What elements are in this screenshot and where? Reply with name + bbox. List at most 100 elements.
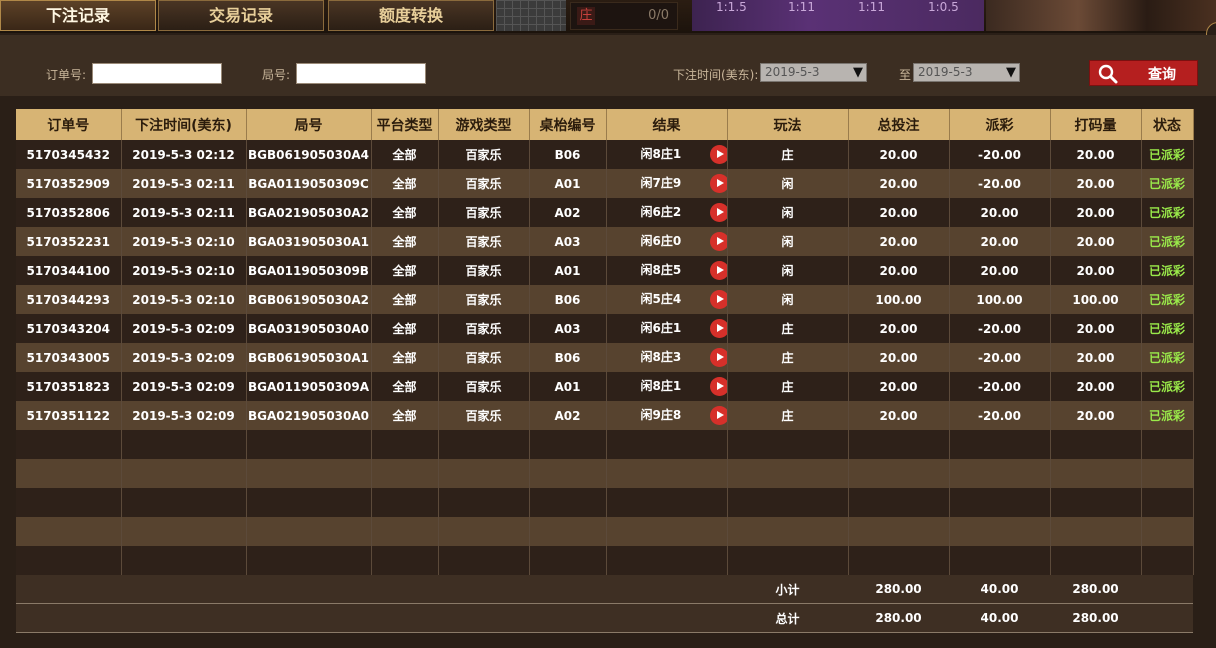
empty-cell — [121, 546, 247, 575]
play-cell: 庄 — [727, 314, 849, 343]
empty-cell — [16, 488, 122, 517]
empty-cell — [606, 430, 728, 459]
banker-badge: 庄 — [577, 7, 595, 25]
status-cell: 已派彩 — [1141, 227, 1194, 256]
result-wrap: 闲8庄5 — [607, 256, 726, 285]
odds-value: 1:1.5 — [716, 0, 747, 14]
round-number-label: 局号: — [262, 68, 291, 82]
play-cell: 庄 — [727, 343, 849, 372]
total-payout: 40.00 — [949, 603, 1050, 633]
status-cell: 已派彩 — [1141, 198, 1194, 227]
play-icon[interactable] — [709, 377, 726, 396]
platform-cell: 全部 — [371, 140, 439, 169]
round-cell: BGA0119050309C — [246, 169, 372, 198]
empty-cell — [246, 430, 372, 459]
status-cell: 已派彩 — [1141, 314, 1194, 343]
table-cell: A02 — [529, 198, 607, 227]
tab-bet-records[interactable]: 下注记录 — [0, 0, 156, 31]
game-cell: 百家乐 — [438, 198, 530, 227]
empty-cell — [727, 546, 849, 575]
result-wrap: 闲5庄4 — [607, 285, 726, 314]
tab-credit-transfer[interactable]: 额度转换 — [328, 0, 494, 31]
play-cell: 闲 — [727, 285, 849, 314]
game-cell: 百家乐 — [438, 343, 530, 372]
score-box: 庄 0/0 — [570, 2, 678, 30]
round-number-input[interactable] — [296, 63, 426, 84]
bet-time-label: 下注时间(美东): — [673, 68, 759, 82]
tab-transaction-records[interactable]: 交易记录 — [158, 0, 324, 31]
start-date-value: 2019-5-3 — [765, 65, 820, 79]
play-icon[interactable] — [709, 232, 726, 251]
column-header: 游戏类型 — [438, 109, 530, 140]
round-cell: BGB061905030A1 — [246, 343, 372, 372]
empty-cell — [1141, 603, 1193, 633]
table-row: 5170352909 2019-5-3 02:11 BGA0119050309C 全部… — [16, 169, 1194, 198]
empty-cell — [121, 459, 247, 488]
end-date-value: 2019-5-3 — [918, 65, 973, 79]
round-cell: BGA0119050309B — [246, 256, 372, 285]
empty-cell — [1141, 575, 1193, 604]
game-cell: 百家乐 — [438, 314, 530, 343]
platform-cell: 全部 — [371, 401, 439, 430]
time-cell: 2019-5-3 02:10 — [121, 285, 247, 314]
turnover-cell: 20.00 — [1050, 227, 1142, 256]
table-row: 5170345432 2019-5-3 02:12 BGB061905030A4 全部… — [16, 140, 1194, 169]
order-cell: 5170343204 — [16, 314, 122, 343]
status-cell: 已派彩 — [1141, 401, 1194, 430]
empty-cell — [949, 546, 1051, 575]
bet-cell: 20.00 — [848, 140, 950, 169]
column-header: 打码量 — [1050, 109, 1142, 140]
order-cell: 5170352806 — [16, 198, 122, 227]
payout-cell: 20.00 — [949, 198, 1051, 227]
table-cell: A03 — [529, 227, 607, 256]
empty-cell — [16, 603, 727, 633]
order-cell: 5170352231 — [16, 227, 122, 256]
play-icon[interactable] — [709, 406, 726, 425]
result-cell: 闲8庄3 — [606, 343, 728, 372]
play-icon[interactable] — [709, 348, 726, 367]
play-icon[interactable] — [709, 261, 726, 280]
play-icon[interactable] — [709, 319, 726, 338]
play-icon[interactable] — [709, 174, 726, 193]
result-text: 闲8庄1 — [640, 379, 682, 393]
start-date-select[interactable]: 2019-5-3 ▼ — [760, 63, 867, 82]
table-cell: A01 — [529, 256, 607, 285]
result-wrap: 闲9庄8 — [607, 401, 726, 430]
odds-value: 1:11 — [858, 0, 885, 14]
empty-cell — [121, 488, 247, 517]
to-label: 至 — [899, 68, 912, 82]
empty-cell — [1141, 517, 1194, 546]
bet-cell: 20.00 — [848, 314, 950, 343]
query-button[interactable]: 查询 — [1089, 60, 1198, 86]
game-cell: 百家乐 — [438, 285, 530, 314]
road-grid-thumbnail — [496, 0, 566, 31]
dealer-photo-strip — [986, 0, 1216, 31]
bet-cell: 20.00 — [848, 256, 950, 285]
empty-cell — [246, 488, 372, 517]
empty-table-row — [16, 517, 1194, 546]
play-icon[interactable] — [709, 203, 726, 222]
empty-cell — [529, 546, 607, 575]
empty-cell — [371, 546, 439, 575]
empty-cell — [438, 546, 530, 575]
empty-cell — [727, 459, 849, 488]
empty-table-row — [16, 430, 1194, 459]
platform-cell: 全部 — [371, 256, 439, 285]
order-number-input[interactable] — [92, 63, 222, 84]
subtotal-row: 小计 280.00 40.00 280.00 — [16, 575, 1193, 604]
play-icon[interactable] — [709, 145, 726, 164]
status-cell: 已派彩 — [1141, 169, 1194, 198]
order-cell: 5170352909 — [16, 169, 122, 198]
end-date-select[interactable]: 2019-5-3 ▼ — [913, 63, 1020, 82]
order-cell: 5170345432 — [16, 140, 122, 169]
result-text: 闲8庄3 — [640, 350, 682, 364]
empty-cell — [438, 459, 530, 488]
payout-cell: -20.00 — [949, 169, 1051, 198]
score-value: 0/0 — [648, 8, 669, 23]
empty-cell — [727, 488, 849, 517]
result-text: 闲5庄4 — [640, 292, 682, 306]
bet-cell: 20.00 — [848, 372, 950, 401]
empty-cell — [949, 459, 1051, 488]
empty-cell — [848, 546, 950, 575]
play-icon[interactable] — [709, 290, 726, 309]
